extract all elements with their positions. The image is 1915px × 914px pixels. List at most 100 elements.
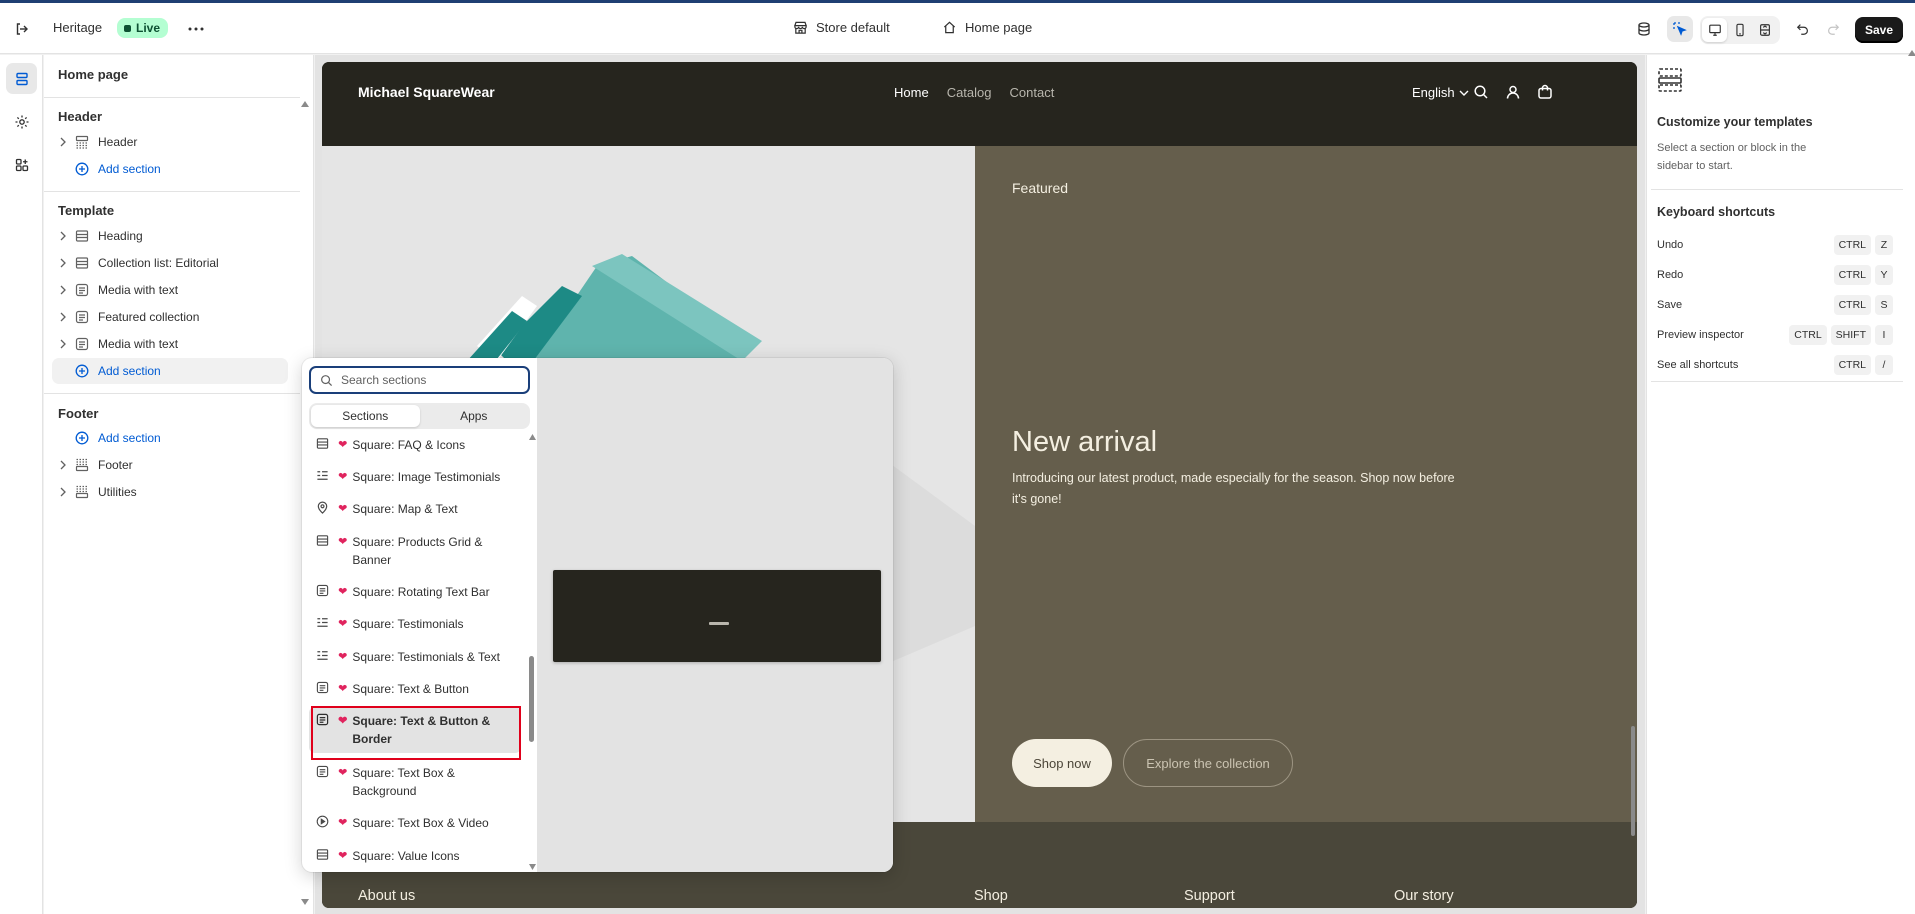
shortcuts-title: Keyboard shortcuts — [1657, 205, 1776, 219]
tab-sections[interactable]: Sections — [311, 405, 420, 427]
more-actions-icon[interactable] — [186, 20, 206, 38]
chevron-right-icon[interactable] — [56, 258, 70, 268]
scroll-up-icon[interactable] — [529, 434, 536, 440]
apps-nav-button[interactable] — [6, 149, 37, 180]
featured-label: Featured — [1012, 180, 1069, 196]
list-item[interactable]: ❤ Square: Rotating Text Bar — [309, 583, 521, 601]
scroll-up-icon[interactable] — [300, 100, 310, 108]
sidebar-item-media-with-text-2[interactable]: Media with text — [52, 331, 288, 357]
list-item[interactable]: ❤ Square: Text Box & Background — [309, 764, 521, 800]
left-rail — [0, 55, 43, 914]
sidebar-item-featured-collection[interactable]: Featured collection — [52, 304, 288, 330]
heart-icon: ❤ — [338, 850, 348, 862]
chevron-right-icon[interactable] — [56, 460, 70, 470]
header-section-icon — [74, 135, 90, 149]
fullscreen-view-button[interactable] — [1752, 18, 1777, 42]
sidebar-item-footer[interactable]: Footer — [52, 452, 288, 478]
scroll-up-icon[interactable] — [1908, 50, 1915, 56]
nav-link-contact[interactable]: Contact — [1010, 85, 1055, 100]
theme-settings-nav-button[interactable] — [6, 106, 37, 137]
store-brand[interactable]: Michael SquareWear — [358, 84, 495, 100]
list-item[interactable]: ❤ Square: Image Testimonials — [309, 468, 521, 486]
shortcut-row[interactable]: See all shortcuts CTRL / — [1657, 354, 1893, 376]
language-selector[interactable]: English — [1412, 85, 1469, 100]
cart-icon[interactable] — [1537, 84, 1553, 100]
sidebar-item-label: Media with text — [98, 283, 179, 297]
sections-nav-button[interactable] — [6, 63, 37, 94]
explore-collection-button[interactable]: Explore the collection — [1123, 739, 1293, 787]
list-item[interactable]: ❤ Square: FAQ & Icons — [309, 436, 521, 454]
plus-circle-icon — [74, 162, 90, 176]
scroll-down-icon[interactable] — [300, 898, 310, 906]
search-field[interactable] — [309, 366, 530, 394]
sidebar-item-utilities[interactable]: Utilities — [52, 479, 288, 505]
desktop-view-button[interactable] — [1702, 18, 1727, 42]
search-icon[interactable] — [1473, 84, 1489, 100]
device-toggle — [1700, 16, 1780, 44]
add-section-template-button[interactable]: Add section — [52, 358, 288, 384]
scroll-down-icon[interactable] — [529, 864, 536, 870]
list-item[interactable]: ❤ Square: Text Box & Video — [309, 814, 521, 832]
chevron-right-icon[interactable] — [56, 487, 70, 497]
redo-button[interactable] — [1820, 16, 1846, 42]
sidebar-item-heading[interactable]: Heading — [52, 223, 288, 249]
chevron-right-icon[interactable] — [56, 339, 70, 349]
tab-apps[interactable]: Apps — [420, 405, 529, 427]
text-icon — [315, 765, 330, 778]
chevron-right-icon[interactable] — [56, 231, 70, 241]
store-nav: Home Catalog Contact — [894, 85, 1054, 100]
list-item[interactable]: ❤ Square: Testimonials & Text — [309, 648, 521, 666]
chevron-right-icon[interactable] — [56, 285, 70, 295]
sidebar-item-header[interactable]: Header — [52, 129, 288, 155]
heart-icon: ❤ — [338, 439, 348, 451]
section-preview-thumbnail — [553, 570, 881, 662]
page-title: Home page — [58, 67, 129, 82]
inspector-panel: Customize your templates Select a sectio… — [1646, 55, 1915, 914]
list-item[interactable]: ❤ Square: Testimonials — [309, 615, 521, 633]
shop-now-button[interactable]: Shop now — [1012, 739, 1112, 787]
list-scrollbar-thumb[interactable] — [529, 656, 534, 742]
heart-icon: ❤ — [338, 767, 348, 779]
list-scrollbar[interactable] — [528, 432, 536, 872]
chevron-right-icon[interactable] — [56, 137, 70, 147]
chevron-right-icon[interactable] — [56, 312, 70, 322]
shortcut-label: Redo — [1657, 269, 1684, 281]
theme-name[interactable]: Heritage — [53, 20, 102, 35]
mobile-view-button[interactable] — [1727, 18, 1752, 42]
grid-icon — [315, 534, 330, 547]
exit-icon[interactable] — [12, 19, 32, 39]
list-item[interactable]: ❤ Square: Products Grid & Banner — [309, 533, 521, 569]
inspector-button[interactable] — [1667, 16, 1693, 42]
sidebar-item-collection-list[interactable]: Collection list: Editorial — [52, 250, 288, 276]
add-section-footer-button[interactable]: Add section — [52, 425, 288, 451]
add-section-label: Add section — [98, 364, 161, 378]
sidebar-item-media-with-text[interactable]: Media with text — [52, 277, 288, 303]
add-section-header-button[interactable]: Add section — [52, 156, 288, 182]
key-cap: CTRL — [1833, 295, 1871, 315]
list-icon — [315, 649, 330, 662]
undo-button[interactable] — [1790, 16, 1816, 42]
list-item[interactable]: ❤ Square: Text & Button — [309, 680, 521, 698]
preview-scrollbar[interactable] — [1631, 726, 1635, 836]
store-header[interactable]: Michael SquareWear Home Catalog Contact … — [322, 62, 1637, 146]
shortcut-label: Preview inspector — [1657, 329, 1744, 341]
save-button[interactable]: Save — [1855, 17, 1903, 43]
list-item[interactable]: ❤ Square: Value Icons — [309, 847, 521, 865]
nav-link-home[interactable]: Home — [894, 85, 929, 100]
sidebar-item-label: Footer — [98, 458, 133, 472]
divider — [44, 97, 300, 98]
hero-content[interactable]: Featured New arrival Introducing our lat… — [975, 146, 1637, 822]
key-cap: Y — [1875, 265, 1893, 285]
nav-link-catalog[interactable]: Catalog — [947, 85, 992, 100]
plus-circle-icon — [74, 431, 90, 445]
section-preview-pane — [537, 358, 893, 872]
panel-title: Customize your templates — [1657, 115, 1813, 129]
store-selector[interactable]: Store default — [793, 20, 890, 35]
app-embeds-button[interactable] — [1631, 16, 1657, 42]
account-icon[interactable] — [1505, 84, 1521, 100]
footer-section-icon — [74, 485, 90, 499]
list-item[interactable]: ❤ Square: Map & Text — [309, 500, 521, 518]
search-input[interactable] — [341, 373, 511, 387]
selection-highlight — [311, 706, 521, 760]
page-selector[interactable]: Home page — [942, 20, 1032, 35]
